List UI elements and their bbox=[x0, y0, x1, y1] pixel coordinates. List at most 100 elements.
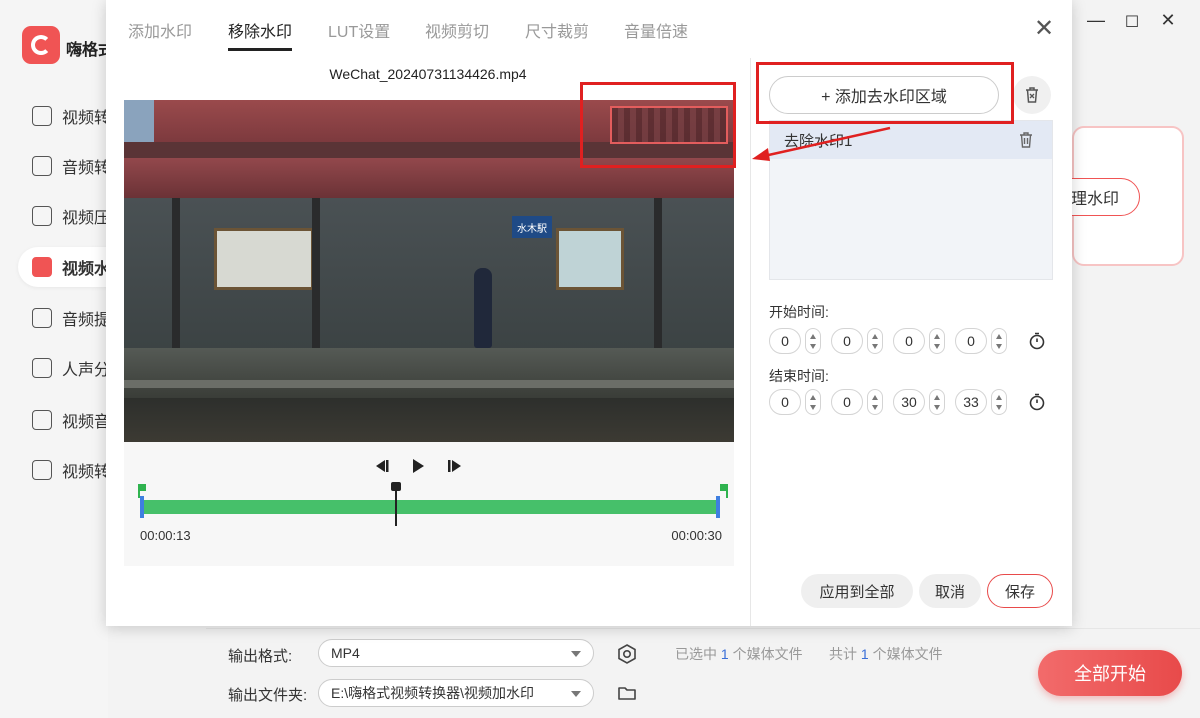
selected-info: 已选中 1 个媒体文件 bbox=[675, 644, 803, 664]
dialog-close-icon[interactable]: ✕ bbox=[1034, 14, 1054, 43]
save-button[interactable]: 保存 bbox=[987, 574, 1053, 608]
scene-platform-edge bbox=[124, 380, 734, 388]
start-hour-stepper[interactable]: 0 bbox=[769, 328, 823, 354]
timer-icon[interactable] bbox=[1028, 393, 1046, 411]
timeline-track[interactable] bbox=[142, 500, 718, 514]
scene-platform bbox=[124, 348, 734, 398]
mic-icon bbox=[32, 308, 52, 328]
output-folder-value: E:\嗨格式视频转换器\视频加水印 bbox=[331, 685, 535, 701]
end-second-stepper[interactable]: 30 bbox=[893, 389, 947, 415]
output-format-label: 输出格式: bbox=[228, 648, 293, 665]
start-all-label: 全部开始 bbox=[1074, 664, 1146, 684]
tab-lut-settings[interactable]: LUT设置 bbox=[328, 18, 390, 42]
compress-icon bbox=[32, 206, 52, 226]
end-flag-marker[interactable] bbox=[720, 484, 728, 491]
tab-video-cut[interactable]: 视频剪切 bbox=[425, 18, 489, 42]
delete-region-icon[interactable] bbox=[1018, 131, 1034, 149]
selected-prefix: 已选中 bbox=[675, 646, 717, 662]
video-filename: WeChat_20240731134426.mp4 bbox=[329, 66, 527, 82]
maximize-icon[interactable]: ☐ bbox=[1120, 12, 1144, 32]
audio-icon bbox=[32, 156, 52, 176]
next-frame-icon[interactable] bbox=[444, 458, 464, 474]
start-ms-stepper[interactable]: 0 bbox=[955, 328, 1009, 354]
start-time-label: 开始时间: bbox=[769, 304, 829, 320]
previous-frame-icon[interactable] bbox=[372, 458, 392, 474]
scene-post bbox=[172, 198, 180, 358]
stepper-arrows[interactable] bbox=[805, 328, 821, 354]
gif-icon bbox=[32, 460, 52, 480]
timeline-start-handle[interactable] bbox=[140, 496, 144, 518]
save-label: 保存 bbox=[1004, 583, 1035, 601]
minimize-icon[interactable]: — bbox=[1084, 10, 1108, 31]
timer-icon[interactable] bbox=[1028, 332, 1046, 350]
total-suffix: 个媒体文件 bbox=[872, 646, 943, 662]
end-second-value[interactable]: 30 bbox=[893, 389, 925, 415]
scene-notice-board bbox=[214, 228, 314, 290]
stepper-arrows[interactable] bbox=[867, 389, 883, 415]
total-info: 共计 1 个媒体文件 bbox=[829, 644, 943, 664]
cancel-button[interactable]: 取消 bbox=[919, 574, 981, 608]
start-minute-stepper[interactable]: 0 bbox=[831, 328, 885, 354]
player-controls: 00:00:13 00:00:30 bbox=[124, 442, 734, 566]
end-hour-value[interactable]: 0 bbox=[769, 389, 801, 415]
watermark-icon bbox=[32, 257, 52, 277]
chevron-down-icon bbox=[571, 651, 581, 657]
scene-post bbox=[312, 198, 320, 358]
start-flag-marker[interactable] bbox=[138, 484, 146, 491]
output-format-select[interactable]: MP4 bbox=[318, 639, 594, 667]
clear-regions-button[interactable] bbox=[1013, 76, 1051, 114]
stepper-arrows[interactable] bbox=[867, 328, 883, 354]
volume-icon bbox=[32, 410, 52, 430]
dialog-tabs: 添加水印 移除水印 LUT设置 视频剪切 尺寸裁剪 音量倍速 ✕ bbox=[106, 0, 1072, 58]
timeline-start-time: 00:00:13 bbox=[140, 528, 191, 543]
output-folder-select[interactable]: E:\嗨格式视频转换器\视频加水印 bbox=[318, 679, 594, 707]
scene-track bbox=[124, 398, 734, 442]
window-close-icon[interactable]: ✕ bbox=[1156, 10, 1180, 31]
play-icon[interactable] bbox=[408, 458, 428, 474]
scene-post bbox=[654, 198, 662, 358]
end-minute-stepper[interactable]: 0 bbox=[831, 389, 885, 415]
chevron-down-icon bbox=[571, 691, 581, 697]
tab-remove-watermark[interactable]: 移除水印 bbox=[228, 18, 292, 42]
tab-add-watermark[interactable]: 添加水印 bbox=[128, 18, 192, 42]
end-minute-value[interactable]: 0 bbox=[831, 389, 863, 415]
stepper-arrows[interactable] bbox=[991, 389, 1007, 415]
start-second-stepper[interactable]: 0 bbox=[893, 328, 947, 354]
tab-size-crop[interactable]: 尺寸裁剪 bbox=[525, 18, 589, 42]
folder-icon[interactable] bbox=[616, 682, 638, 704]
end-time-label: 结束时间: bbox=[769, 368, 829, 384]
scene-poster bbox=[556, 228, 624, 290]
active-tab-indicator bbox=[228, 48, 292, 51]
timeline-end-handle[interactable] bbox=[716, 496, 720, 518]
output-folder-label: 输出文件夹: bbox=[228, 687, 308, 704]
end-hour-stepper[interactable]: 0 bbox=[769, 389, 823, 415]
cancel-label: 取消 bbox=[934, 583, 965, 601]
background-watermark-label: 理水印 bbox=[1070, 191, 1119, 208]
tab-volume-speed[interactable]: 音量倍速 bbox=[624, 18, 688, 42]
total-prefix: 共计 bbox=[829, 646, 857, 662]
end-ms-value[interactable]: 33 bbox=[955, 389, 987, 415]
start-second-value[interactable]: 0 bbox=[893, 328, 925, 354]
stepper-arrows[interactable] bbox=[805, 389, 821, 415]
stepper-arrows[interactable] bbox=[929, 389, 945, 415]
station-sign: 水木駅 bbox=[512, 216, 552, 238]
trash-icon bbox=[1026, 87, 1038, 103]
selected-suffix: 个媒体文件 bbox=[732, 646, 803, 662]
apply-to-all-button[interactable]: 应用到全部 bbox=[801, 574, 913, 608]
end-ms-stepper[interactable]: 33 bbox=[955, 389, 1009, 415]
start-minute-value[interactable]: 0 bbox=[831, 328, 863, 354]
start-all-button[interactable]: 全部开始 bbox=[1038, 650, 1182, 696]
stepper-arrows[interactable] bbox=[929, 328, 945, 354]
start-hour-value[interactable]: 0 bbox=[769, 328, 801, 354]
start-ms-value[interactable]: 0 bbox=[955, 328, 987, 354]
playhead-line bbox=[395, 488, 397, 526]
settings-icon[interactable] bbox=[616, 643, 638, 665]
stepper-arrows[interactable] bbox=[991, 328, 1007, 354]
apply-to-all-label: 应用到全部 bbox=[819, 583, 895, 601]
selected-count: 1 bbox=[720, 646, 729, 662]
video-icon bbox=[32, 106, 52, 126]
app-logo-icon bbox=[22, 26, 60, 64]
person-icon bbox=[32, 358, 52, 378]
timeline-end-time: 00:00:30 bbox=[671, 528, 722, 543]
annotation-highlight-box bbox=[580, 82, 736, 168]
